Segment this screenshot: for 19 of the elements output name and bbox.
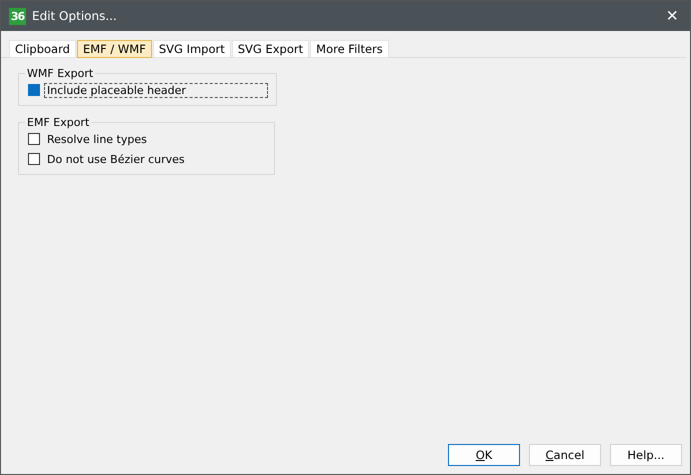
group-title: WMF Export [26,67,94,80]
checkbox-label[interactable]: Include placeable header [44,82,268,98]
tab[interactable]: More Filters [310,40,389,58]
group-title: EMF Export [26,116,90,129]
window-title: Edit Options... [32,9,118,23]
checkbox[interactable] [28,133,40,145]
tab[interactable]: SVG Import [152,40,231,58]
checkbox[interactable] [28,84,40,96]
checkbox-label[interactable]: Resolve line types [44,132,150,146]
checkbox[interactable] [28,153,40,165]
close-button[interactable]: × [662,6,682,26]
dialog-button[interactable]: OK [448,444,520,466]
app-logo-icon: 36 [9,8,26,24]
tab[interactable]: EMF / WMF [76,40,152,58]
dialog-button[interactable]: Help... [610,444,682,466]
dialog-button[interactable]: Cancel [529,444,601,466]
checkbox-label[interactable]: Do not use Bézier curves [44,152,188,166]
tab[interactable]: Clipboard [9,40,76,58]
tab[interactable]: SVG Export [232,40,310,58]
